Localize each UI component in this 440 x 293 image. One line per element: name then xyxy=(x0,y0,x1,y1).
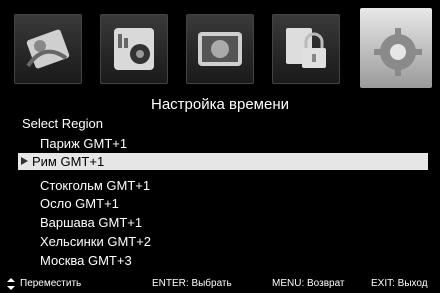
move-hint: Переместить xyxy=(20,278,82,289)
enter-hint: ENTER: Выбрать xyxy=(152,278,232,289)
sound-settings-icon[interactable] xyxy=(100,14,168,84)
exit-hint: EXIT: Выход xyxy=(371,278,428,289)
section-label: Select Region xyxy=(22,116,103,131)
selected-list-item[interactable]: Рим GMT+1 xyxy=(18,153,428,170)
lock-settings-icon[interactable] xyxy=(272,14,340,84)
arrow-pointer-icon xyxy=(21,157,28,165)
list-item[interactable]: Париж GMT+1 xyxy=(40,136,127,151)
picture-settings-icon[interactable] xyxy=(14,14,82,84)
list-item[interactable]: Стокгольм GMT+1 xyxy=(40,178,150,193)
list-item[interactable]: Москва GMT+3 xyxy=(40,253,132,268)
list-item-label: Рим GMT+1 xyxy=(32,154,105,169)
list-item[interactable]: Варшава GMT+1 xyxy=(40,215,142,230)
list-item[interactable]: Хельсинки GMT+2 xyxy=(40,234,151,249)
system-settings-icon[interactable] xyxy=(360,8,432,88)
up-down-arrow-icon xyxy=(7,278,15,290)
footer-bar: Переместить ENTER: Выбрать MENU: Возврат… xyxy=(0,275,440,293)
list-item[interactable]: Осло GMT+1 xyxy=(40,196,119,211)
menu-hint: MENU: Возврат xyxy=(272,278,345,289)
settings-category-bar xyxy=(0,0,440,96)
channel-settings-icon[interactable] xyxy=(186,14,254,84)
menu-title: Настройка времени xyxy=(151,96,289,113)
